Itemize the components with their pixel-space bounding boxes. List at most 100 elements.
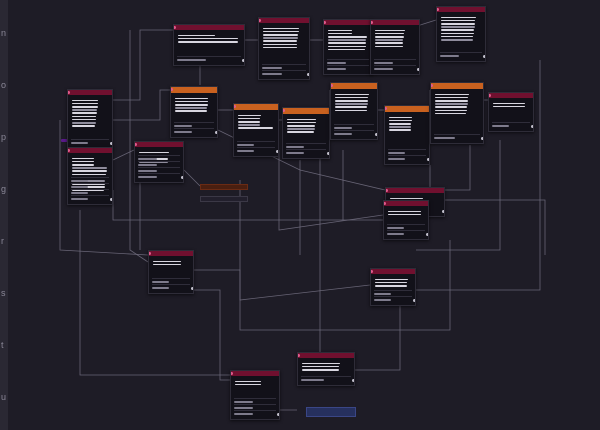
graph-node[interactable] — [330, 82, 378, 140]
input-port[interactable] — [283, 109, 285, 112]
node-output-row[interactable] — [71, 183, 109, 189]
graph-node[interactable] — [370, 268, 416, 306]
input-port[interactable] — [384, 202, 386, 205]
graph-node[interactable] — [436, 6, 486, 62]
output-port[interactable] — [277, 413, 279, 416]
node-output-row[interactable] — [237, 141, 275, 147]
node-output-row[interactable] — [138, 161, 180, 167]
graph-node[interactable] — [430, 82, 484, 144]
graph-node[interactable] — [148, 250, 194, 294]
node-output-row[interactable] — [71, 189, 109, 195]
input-port[interactable] — [331, 84, 333, 87]
output-port[interactable] — [481, 137, 483, 140]
node-output-row[interactable] — [440, 52, 482, 58]
graph-node[interactable] — [370, 19, 420, 75]
node-output-row[interactable] — [286, 149, 326, 155]
node-output-row[interactable] — [301, 376, 351, 382]
node-output-row[interactable] — [434, 134, 480, 140]
output-port[interactable] — [375, 133, 377, 136]
graph-node[interactable] — [384, 105, 430, 165]
node-output-row[interactable] — [234, 410, 276, 416]
output-port[interactable] — [483, 55, 485, 58]
input-port[interactable] — [431, 84, 433, 87]
node-output-row[interactable] — [286, 143, 326, 149]
node-output-row[interactable] — [138, 155, 180, 161]
input-port[interactable] — [385, 107, 387, 110]
input-port[interactable] — [386, 189, 388, 192]
input-port[interactable] — [68, 149, 70, 152]
output-port[interactable] — [442, 210, 444, 213]
input-port[interactable] — [149, 252, 151, 255]
node-output-row[interactable] — [374, 59, 416, 65]
graph-node[interactable] — [230, 370, 280, 420]
node-output-row[interactable] — [374, 65, 416, 71]
output-port[interactable] — [191, 287, 193, 290]
output-port[interactable] — [417, 68, 419, 71]
input-port[interactable] — [371, 21, 373, 24]
node-output-row[interactable] — [71, 195, 109, 201]
graph-node[interactable] — [170, 86, 218, 138]
output-port[interactable] — [427, 158, 429, 161]
node-output-row[interactable] — [262, 64, 306, 70]
graph-node[interactable] — [488, 92, 534, 132]
node-output-row[interactable] — [387, 230, 425, 236]
input-port[interactable] — [174, 26, 176, 29]
node-output-row[interactable] — [177, 56, 241, 62]
graph-node[interactable] — [134, 141, 184, 183]
node-output-row[interactable] — [327, 65, 369, 71]
output-port[interactable] — [181, 176, 183, 179]
node-output-row[interactable] — [138, 167, 180, 173]
output-port[interactable] — [215, 131, 217, 134]
node-output-row[interactable] — [152, 278, 190, 284]
input-port[interactable] — [234, 105, 236, 108]
graph-node[interactable] — [282, 107, 330, 159]
node-output-row[interactable] — [387, 224, 425, 230]
node-output-row[interactable] — [174, 128, 214, 134]
node-output-row[interactable] — [262, 70, 306, 76]
graph-node[interactable] — [67, 147, 113, 205]
input-port[interactable] — [298, 354, 300, 357]
output-port[interactable] — [276, 150, 278, 153]
collapsed-node[interactable] — [306, 407, 356, 417]
node-output-row[interactable] — [71, 139, 109, 145]
output-port[interactable] — [426, 233, 428, 236]
input-port[interactable] — [68, 91, 70, 94]
output-port[interactable] — [110, 142, 112, 145]
node-output-row[interactable] — [492, 122, 530, 128]
graph-node[interactable] — [323, 19, 373, 75]
node-output-row[interactable] — [174, 122, 214, 128]
output-port[interactable] — [352, 379, 354, 382]
graph-node[interactable] — [173, 24, 245, 66]
node-output-row[interactable] — [138, 173, 180, 179]
input-port[interactable] — [489, 94, 491, 97]
node-output-row[interactable] — [388, 149, 426, 155]
input-port[interactable] — [231, 372, 233, 375]
graph-node[interactable] — [383, 200, 429, 240]
node-output-row[interactable] — [234, 398, 276, 404]
output-port[interactable] — [327, 152, 329, 155]
input-port[interactable] — [135, 143, 137, 146]
output-port[interactable] — [531, 125, 533, 128]
node-output-row[interactable] — [234, 404, 276, 410]
output-port[interactable] — [242, 59, 244, 62]
input-port[interactable] — [171, 88, 173, 91]
collapsed-node[interactable] — [200, 196, 248, 202]
graph-node[interactable] — [297, 352, 355, 386]
node-output-row[interactable] — [334, 124, 374, 130]
node-output-row[interactable] — [152, 284, 190, 290]
input-port[interactable] — [437, 8, 439, 11]
node-output-row[interactable] — [71, 177, 109, 183]
input-port[interactable] — [371, 270, 373, 273]
node-graph-canvas[interactable]: nopgrstu — [0, 0, 600, 430]
node-output-row[interactable] — [327, 59, 369, 65]
node-output-row[interactable] — [374, 296, 412, 302]
node-output-row[interactable] — [374, 290, 412, 296]
output-port[interactable] — [413, 299, 415, 302]
node-output-row[interactable] — [237, 147, 275, 153]
output-port[interactable] — [110, 198, 112, 201]
node-output-row[interactable] — [334, 130, 374, 136]
input-port[interactable] — [324, 21, 326, 24]
collapsed-node[interactable] — [200, 184, 248, 190]
output-port[interactable] — [307, 73, 309, 76]
graph-node[interactable] — [233, 103, 279, 157]
